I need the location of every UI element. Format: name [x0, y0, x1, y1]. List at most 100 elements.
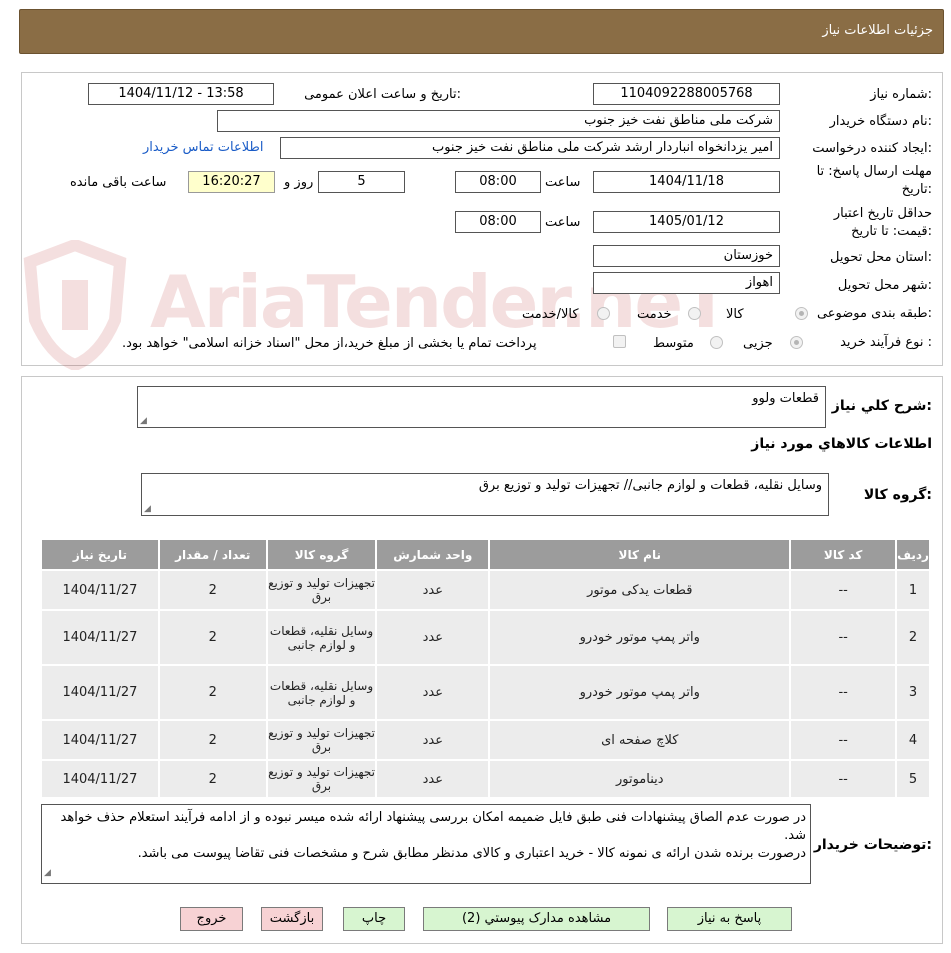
cell-qty: 2 — [157, 664, 268, 721]
buyer-notes-label: توضیحات خریدار: — [813, 837, 932, 853]
category-service-radio[interactable] — [688, 307, 701, 320]
cell-name: واتر پمپ موتور خودرو — [488, 664, 792, 721]
goods-group-textarea[interactable]: وسایل نقلیه، قطعات و لوازم جانبی// تجهیز… — [141, 473, 829, 516]
resize-grip-icon: ◢ — [144, 504, 151, 514]
cell-group: وسایل نقلیه، قطعات و لوازم جانبی — [265, 664, 378, 721]
validity-date-field: 1405/01/12 — [593, 211, 780, 233]
cell-row-no: 2 — [895, 609, 931, 666]
treasury-bonds-checkbox[interactable] — [613, 335, 626, 348]
resize-grip-icon: ◢ — [44, 868, 51, 878]
creator-field: امیر یزدانخواه انباردار ارشد شرکت ملی من… — [280, 137, 780, 159]
cell-row-no: 5 — [895, 759, 931, 799]
days-remaining-field: 5 — [318, 171, 405, 193]
col-header-row-no: رديف — [895, 538, 931, 571]
cell-date: 1404/11/27 — [40, 719, 160, 761]
print-button[interactable]: چاپ — [343, 907, 405, 931]
province-label: استان محل تحویل: — [830, 250, 932, 265]
cell-qty: 2 — [157, 759, 268, 799]
cell-group: تجهیزات تولید و توزیع برق — [265, 569, 378, 611]
buyer-notes-line-2: درصورت برنده شدن ارائه ی نمونه کالا - خر… — [137, 846, 806, 861]
table-row[interactable]: 2 -- واتر پمپ موتور خودرو عدد وسایل نقلی… — [40, 609, 931, 666]
cell-code: -- — [789, 609, 898, 666]
resize-grip-icon: ◢ — [140, 416, 147, 426]
summary-text: قطعات ولوو — [752, 391, 819, 406]
goods-group-text: وسایل نقلیه، قطعات و لوازم جانبی// تجهیز… — [478, 478, 822, 493]
buyer-notes-textarea[interactable]: در صورت عدم الصاق پیشنهادات فنی طبق فایل… — [41, 804, 811, 884]
cell-unit: عدد — [375, 719, 491, 761]
page-title: جزئیات اطلاعات نیاز — [822, 23, 933, 38]
back-button[interactable]: بازگشت — [261, 907, 323, 931]
col-header-group: گروه کالا — [265, 538, 378, 571]
reply-to-need-button[interactable]: پاسخ به نیاز — [667, 907, 792, 931]
reply-time-field: 08:00 — [455, 171, 541, 193]
city-label: شهر محل تحویل: — [837, 278, 932, 293]
cell-name: واتر پمپ موتور خودرو — [488, 609, 792, 666]
process-type-label: نوع فرآیند خرید : — [840, 335, 932, 350]
process-medium-label: متوسط — [653, 336, 694, 351]
cell-unit: عدد — [375, 569, 491, 611]
cell-code: -- — [789, 719, 898, 761]
cell-date: 1404/11/27 — [40, 664, 160, 721]
col-header-name: نام کالا — [488, 538, 792, 571]
table-row[interactable]: 5 -- دیناموتور عدد تجهیزات تولید و توزیع… — [40, 759, 931, 799]
goods-info-title: اطلاعات کالاهاي مورد نياز — [751, 436, 932, 452]
buyer-contact-link[interactable]: اطلاعات تماس خریدار — [143, 140, 263, 155]
goods-group-label: گروه کالا: — [863, 487, 932, 503]
cell-qty: 2 — [157, 609, 268, 666]
reply-time-label: ساعت — [545, 175, 581, 190]
category-both-radio[interactable] — [597, 307, 610, 320]
cell-qty: 2 — [157, 719, 268, 761]
summary-label: شرح کلي نياز: — [831, 398, 932, 414]
category-both-label: کالا/خدمت — [522, 307, 579, 322]
table-row[interactable]: 1 -- قطعات یدکی موتور عدد تجهیزات تولید … — [40, 569, 931, 611]
reply-date-field: 1404/11/18 — [593, 171, 780, 193]
city-field: اهواز — [593, 272, 780, 294]
validity-label: حداقل تاریخ اعتبار — [833, 206, 932, 221]
cell-code: -- — [789, 569, 898, 611]
col-header-qty: تعداد / مقدار — [157, 538, 268, 571]
cell-group: تجهیزات تولید و توزیع برق — [265, 759, 378, 799]
process-partial-label: جزیی — [743, 336, 773, 351]
validity-time-label: ساعت — [545, 215, 581, 230]
cell-date: 1404/11/27 — [40, 759, 160, 799]
validity-time-field: 08:00 — [455, 211, 541, 233]
cell-qty: 2 — [157, 569, 268, 611]
announce-date-field: 1404/11/12 - 13:58 — [88, 83, 274, 105]
validity-label-2: قیمت: تا تاریخ: — [851, 224, 932, 239]
col-header-code: کد کالا — [789, 538, 898, 571]
cell-unit: عدد — [375, 664, 491, 721]
province-field: خوزستان — [593, 245, 780, 267]
cell-row-no: 3 — [895, 664, 931, 721]
treasury-bonds-note: پرداخت تمام یا بخشی از مبلغ خرید،از محل … — [122, 336, 537, 351]
table-row[interactable]: 3 -- واتر پمپ موتور خودرو عدد وسایل نقلی… — [40, 664, 931, 721]
announce-date-label: تاریخ و ساعت اعلان عمومی: — [304, 87, 461, 102]
col-header-date: تاريخ نياز — [40, 538, 160, 571]
cell-row-no: 4 — [895, 719, 931, 761]
cell-row-no: 1 — [895, 569, 931, 611]
cell-group: وسایل نقلیه، قطعات و لوازم جانبی — [265, 609, 378, 666]
time-remaining-field: 16:20:27 — [188, 171, 275, 193]
time-remaining-label: ساعت باقی مانده — [70, 175, 167, 190]
buyer-notes-line-1: در صورت عدم الصاق پیشنهادات فنی طبق فایل… — [60, 810, 806, 843]
days-label: روز و — [284, 175, 314, 190]
view-attachments-button[interactable]: مشاهده مدارک پیوستي (2) — [423, 907, 650, 931]
buyer-name-field: شرکت ملی مناطق نفت خیز جنوب — [217, 110, 780, 132]
cell-date: 1404/11/27 — [40, 569, 160, 611]
cell-name: دیناموتور — [488, 759, 792, 799]
cell-code: -- — [789, 759, 898, 799]
items-table: رديف کد کالا نام کالا واحد شمارش گروه کا… — [40, 538, 931, 799]
need-number-label: شماره نیاز: — [870, 87, 932, 102]
creator-label: ایجاد کننده درخواست: — [812, 141, 932, 156]
cell-name: کلاچ صفحه ای — [488, 719, 792, 761]
page-header: جزئیات اطلاعات نیاز — [19, 9, 944, 54]
cell-unit: عدد — [375, 609, 491, 666]
process-partial-radio[interactable] — [790, 336, 803, 349]
reply-deadline-label: مهلت ارسال پاسخ: تا — [816, 164, 932, 179]
process-medium-radio[interactable] — [710, 336, 723, 349]
cell-group: تجهیزات تولید و توزیع برق — [265, 719, 378, 761]
summary-textarea[interactable]: قطعات ولوو ◢ — [137, 386, 826, 428]
table-row[interactable]: 4 -- کلاچ صفحه ای عدد تجهیزات تولید و تو… — [40, 719, 931, 761]
col-header-unit: واحد شمارش — [375, 538, 491, 571]
exit-button[interactable]: خروج — [180, 907, 243, 931]
category-goods-radio[interactable] — [795, 307, 808, 320]
